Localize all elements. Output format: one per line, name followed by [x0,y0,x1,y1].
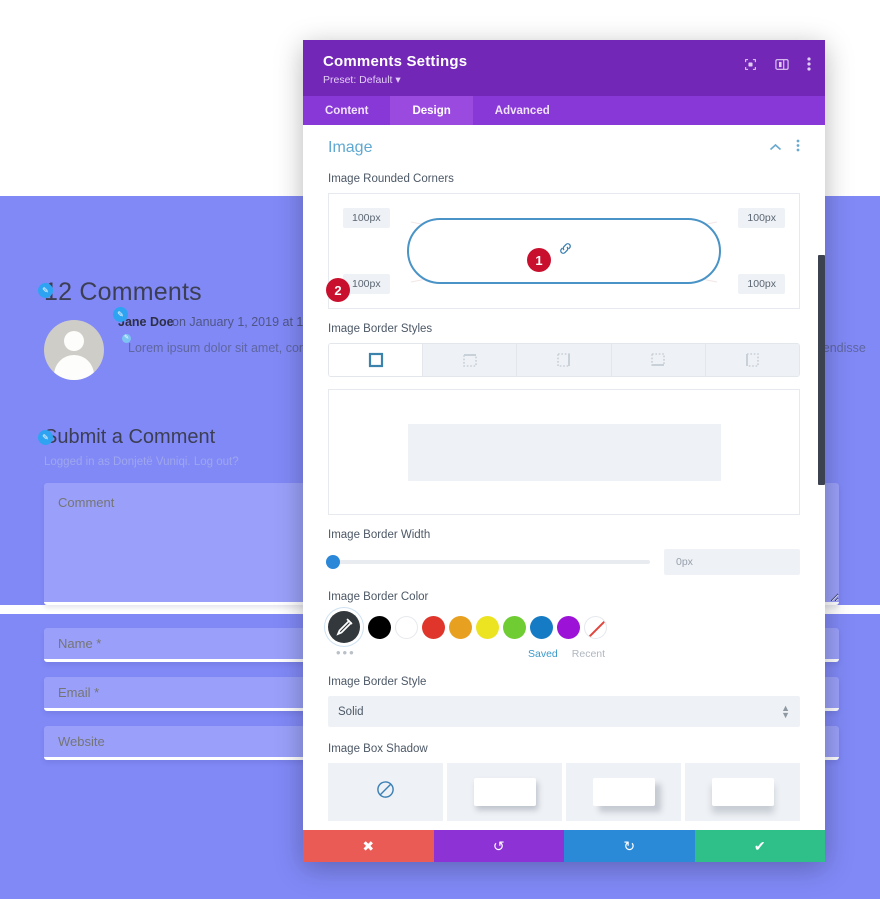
settings-scroll-area: Image Image Rounded Corners 100px 100px … [303,125,825,830]
border-color-label: Image Border Color [328,591,429,603]
avatar-body [54,355,94,380]
modal-tabs: Content Design Advanced [303,96,825,125]
shadow-preview [592,778,655,806]
border-all-sides-option[interactable] [329,344,424,376]
eyedropper-icon[interactable] [328,611,360,643]
avatar [44,320,104,380]
modal-header-icons [744,57,811,71]
chevron-down-icon: ▾ [395,74,401,86]
modal-footer: ✖ ↺ ↻ ✔ [303,830,825,862]
layout-view-icon[interactable] [775,58,789,71]
edit-pin-submit-heading[interactable]: ✎ [38,430,53,445]
border-left-option[interactable] [705,344,799,376]
swatch-white[interactable] [395,615,418,639]
undo-button[interactable]: ↺ [433,830,564,862]
modal-title: Comments Settings [323,53,468,70]
swatch-yellow[interactable] [476,615,499,639]
preset-label: Preset: Default [323,74,393,86]
swatch-green[interactable] [503,615,526,639]
corner-value-top-left[interactable]: 100px [343,208,390,228]
preset-selector[interactable]: Preset: Default ▾ [323,74,809,86]
border-style-select[interactable]: Solid ▲ ▼ [328,696,800,727]
border-top-option[interactable] [423,344,518,376]
edit-pin-comments-heading[interactable]: ✎ [38,283,53,298]
swatch-purple[interactable] [557,615,580,639]
submit-comment-heading: Submit a Comment [44,426,216,448]
section-title-image: Image [328,139,373,156]
border-side-selector [328,343,800,377]
border-style-label: Image Border Style [328,676,427,688]
no-shadow-icon [376,780,395,804]
swatch-blue[interactable] [530,615,553,639]
image-section-header: Image [328,125,800,167]
border-right-option[interactable] [517,344,612,376]
corner-value-bottom-left[interactable]: 100px [343,274,390,294]
corner-value-top-right[interactable]: 100px [738,208,785,228]
tab-design[interactable]: Design [390,96,473,125]
edit-pin-comment-body[interactable]: ✎ [122,334,131,343]
border-preview-placeholder [407,423,721,481]
border-style-value: Solid [338,705,364,718]
shadow-preview [473,778,536,806]
tab-advanced[interactable]: Advanced [473,96,572,125]
rounded-corners-control[interactable]: 100px 100px 100px 100px [328,193,800,309]
annotation-badge-2: 2 [326,278,350,302]
box-shadow-label: Image Box Shadow [328,743,428,755]
logged-in-notice[interactable]: Logged in as Donjetë Vuniqi. Log out? [44,456,239,468]
border-styles-label: Image Border Styles [328,323,433,335]
border-width-value[interactable]: 0px [664,549,800,575]
save-button[interactable]: ✔ [694,830,825,862]
swatch-transparent[interactable] [584,615,607,639]
saved-colors-tab[interactable]: Saved [528,648,558,660]
modal-scrollbar[interactable] [818,255,825,485]
slider-handle[interactable] [326,555,340,569]
corner-value-bottom-right[interactable]: 100px [738,274,785,294]
swatch-tabs: Saved Recent [528,648,800,660]
modal-body: Image Image Rounded Corners 100px 100px … [303,125,825,830]
more-options-icon[interactable] [807,57,811,71]
link-icon[interactable] [558,241,573,261]
comments-settings-modal: Comments Settings Preset: Default ▾ Cont… [303,40,825,862]
color-swatch-row [328,611,800,643]
shadow-preview [711,778,774,806]
rounded-corners-label: Image Rounded Corners [328,173,454,185]
swatch-red[interactable] [422,615,445,639]
comments-count-heading: 12 Comments [44,278,202,306]
border-bottom-option[interactable] [611,344,706,376]
tab-content[interactable]: Content [303,96,390,125]
chevron-up-icon[interactable] [769,139,782,157]
close-button[interactable]: ✖ [303,830,434,862]
edit-pin-comment[interactable]: ✎ [113,307,128,322]
no-shadow-option[interactable] [328,763,443,821]
border-width-slider[interactable] [326,555,650,569]
avatar-head [64,331,84,351]
modal-header: Comments Settings Preset: Default ▾ [303,40,825,96]
focus-icon[interactable] [744,58,757,71]
swatch-orange[interactable] [449,615,472,639]
section-controls [769,139,800,157]
border-width-label: Image Border Width [328,529,431,541]
border-preview-pane [328,389,800,515]
box-shadow-presets [328,763,800,821]
shadow-preset-2-option[interactable] [566,763,681,821]
annotation-badge-1: 1 [527,248,551,272]
swatch-black[interactable] [368,615,391,639]
select-arrows-icon: ▲ ▼ [781,702,790,720]
redo-button[interactable]: ↻ [564,830,695,862]
recent-colors-tab[interactable]: Recent [572,648,605,660]
shadow-preset-1-option[interactable] [447,763,562,821]
shadow-preset-3-option[interactable] [685,763,800,821]
section-more-options-icon[interactable] [796,139,800,157]
border-width-row: 0px [326,549,800,575]
